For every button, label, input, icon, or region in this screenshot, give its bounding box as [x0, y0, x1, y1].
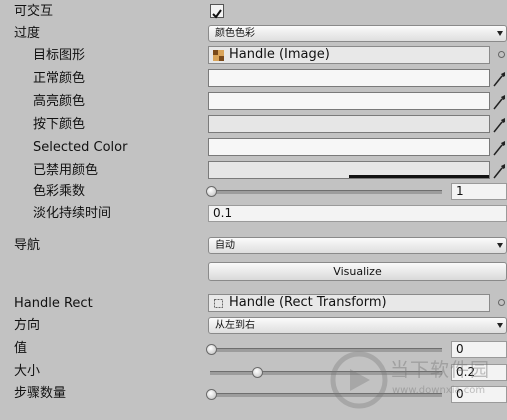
steps-track[interactable]: [210, 393, 442, 397]
navigation-row: 导航 自动: [0, 235, 507, 257]
normal-color-row: 正常颜色: [0, 68, 507, 90]
transition-row: 过度 颜色色彩: [0, 23, 507, 45]
interactable-checkbox[interactable]: [210, 4, 224, 19]
size-track[interactable]: [210, 371, 442, 375]
dropdown-arrow-icon: [497, 323, 503, 328]
color-multiplier-input[interactable]: 1: [451, 183, 507, 200]
rect-transform-icon: [214, 299, 223, 308]
object-picker-icon[interactable]: [498, 51, 505, 58]
fade-duration-row: 淡化持续时间 0.1: [0, 203, 507, 225]
steps-input[interactable]: 0: [451, 386, 507, 403]
selected-color-swatch[interactable]: [208, 138, 490, 156]
alpha-bar: [349, 175, 489, 178]
value-label: 值: [14, 341, 28, 356]
color-multiplier-slider-knob[interactable]: [206, 186, 217, 197]
size-slider-knob[interactable]: [252, 367, 263, 378]
steps-row: 步骤数量 0: [0, 383, 507, 405]
value-track[interactable]: [210, 348, 442, 352]
pressed-color-swatch[interactable]: [208, 115, 490, 133]
handle-rect-field[interactable]: Handle (Rect Transform): [208, 294, 490, 312]
interactable-label: 可交互: [14, 4, 54, 19]
navigation-label: 导航: [14, 238, 41, 253]
size-row: 大小 0.2: [0, 361, 507, 383]
checkmark-icon: [212, 9, 222, 19]
interactable-row: 可交互: [0, 1, 507, 23]
disabled-color-label: 已禁用颜色: [33, 163, 99, 178]
target-graphic-label: 目标图形: [33, 48, 86, 63]
selected-color-row: Selected Color: [0, 137, 507, 159]
direction-value: 从左到右: [215, 320, 255, 331]
navigation-dropdown[interactable]: 自动: [208, 237, 507, 254]
disabled-color-swatch[interactable]: [208, 161, 490, 179]
target-graphic-field[interactable]: Handle (Image): [208, 46, 490, 64]
direction-dropdown[interactable]: 从左到右: [208, 317, 507, 334]
pressed-color-label: 按下颜色: [33, 117, 86, 132]
highlighted-color-row: 高亮颜色: [0, 91, 507, 113]
direction-row: 方向 从左到右: [0, 315, 507, 337]
fade-duration-label: 淡化持续时间: [33, 206, 112, 221]
handle-rect-row: Handle Rect Handle (Rect Transform): [0, 293, 507, 315]
eyedropper-icon[interactable]: [492, 162, 507, 180]
dropdown-arrow-icon: [497, 31, 503, 36]
value-input[interactable]: 0: [451, 341, 507, 358]
image-asset-icon: [213, 50, 224, 61]
direction-label: 方向: [14, 318, 41, 333]
target-graphic-value: Handle (Image): [229, 47, 330, 62]
value-slider-knob[interactable]: [206, 344, 217, 355]
handle-rect-label: Handle Rect: [14, 296, 93, 311]
target-graphic-row: 目标图形 Handle (Image): [0, 45, 507, 67]
dropdown-arrow-icon: [497, 243, 503, 248]
transition-label: 过度: [14, 26, 41, 41]
value-row: 值 0: [0, 338, 507, 360]
transition-dropdown[interactable]: 颜色色彩: [208, 25, 507, 42]
pressed-color-row: 按下颜色: [0, 114, 507, 136]
fade-duration-input[interactable]: 0.1: [208, 205, 507, 222]
eyedropper-icon[interactable]: [492, 93, 507, 111]
highlighted-color-label: 高亮颜色: [33, 94, 86, 109]
color-multiplier-label: 色彩乘数: [33, 184, 86, 199]
steps-label: 步骤数量: [14, 386, 67, 401]
eyedropper-icon[interactable]: [492, 139, 507, 157]
navigation-value: 自动: [215, 240, 235, 251]
eyedropper-icon[interactable]: [492, 116, 507, 134]
selected-color-label: Selected Color: [33, 140, 128, 155]
disabled-color-row: 已禁用颜色: [0, 160, 507, 182]
eyedropper-icon[interactable]: [492, 70, 507, 88]
visualize-button[interactable]: Visualize: [208, 262, 507, 281]
object-picker-icon[interactable]: [498, 299, 505, 306]
normal-color-swatch[interactable]: [208, 69, 490, 87]
size-input[interactable]: 0.2: [451, 364, 507, 381]
color-multiplier-row: 色彩乘数 1: [0, 181, 507, 203]
handle-rect-value: Handle (Rect Transform): [229, 295, 387, 310]
normal-color-label: 正常颜色: [33, 71, 86, 86]
size-label: 大小: [14, 364, 41, 379]
highlighted-color-swatch[interactable]: [208, 92, 490, 110]
steps-slider-knob[interactable]: [206, 389, 217, 400]
transition-value: 颜色色彩: [215, 28, 255, 39]
color-multiplier-track[interactable]: [210, 190, 442, 194]
